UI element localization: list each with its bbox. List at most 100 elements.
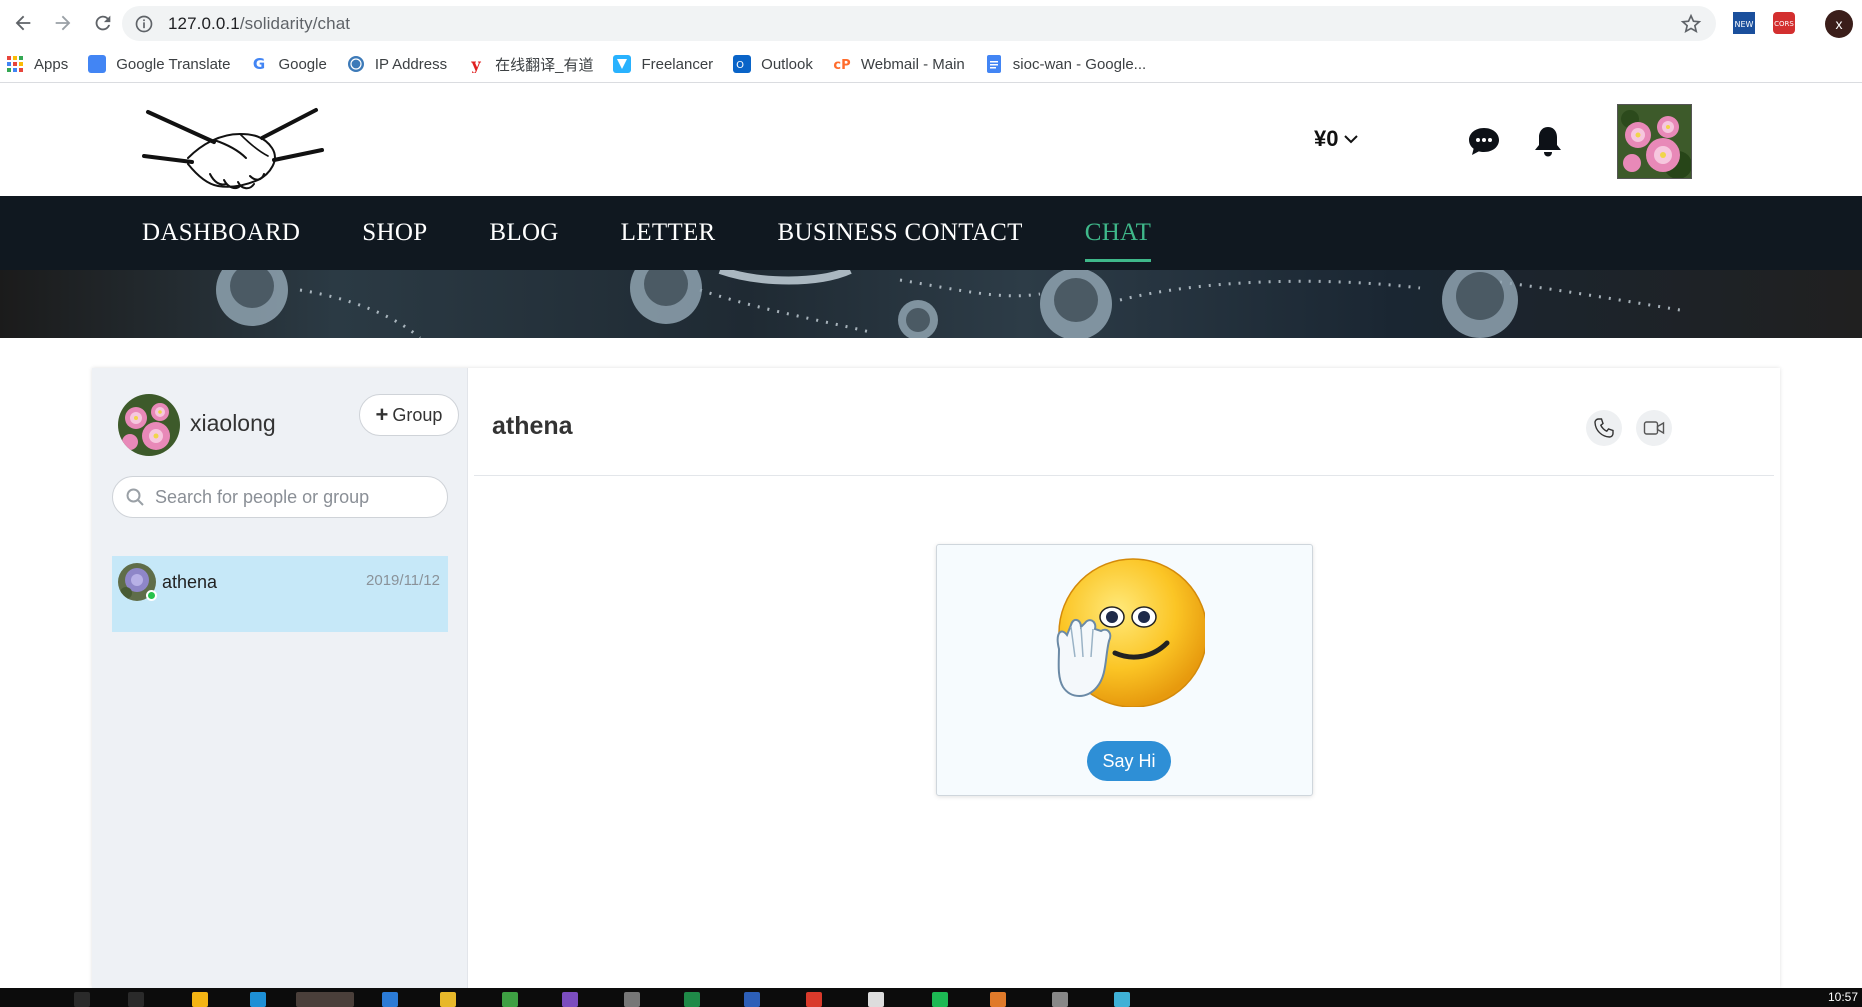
- file-explorer-icon[interactable]: [192, 992, 208, 1007]
- svg-text:G: G: [253, 55, 265, 73]
- back-button[interactable]: [6, 6, 40, 40]
- network-people-graphic: [216, 270, 1681, 338]
- arrow-right-icon: [55, 15, 71, 31]
- app-taskbar-icon[interactable]: [990, 992, 1006, 1007]
- nav-shop[interactable]: SHOP: [362, 196, 427, 270]
- create-group-button[interactable]: + Group: [359, 394, 459, 436]
- search-input[interactable]: [155, 486, 435, 508]
- outlook-icon: O: [733, 55, 752, 73]
- windows-taskbar: 10:57: [0, 988, 1862, 1007]
- forward-button[interactable]: [46, 6, 80, 40]
- app-taskbar-icon[interactable]: [868, 992, 884, 1007]
- say-hi-button[interactable]: Say Hi: [1087, 741, 1171, 781]
- bookmark-label: Freelancer: [641, 55, 714, 73]
- online-status-dot: [146, 590, 157, 601]
- google-translate-icon: [88, 55, 107, 73]
- profile-avatar-button[interactable]: x: [1825, 10, 1853, 38]
- flower-photo-image: [1618, 105, 1691, 178]
- bookmark-label: Apps: [34, 55, 69, 73]
- chat-bubble-icon[interactable]: [1467, 124, 1501, 158]
- arrow-left-icon: [15, 15, 31, 31]
- nav-business-contact[interactable]: BUSINESS CONTACT: [778, 196, 1023, 270]
- flower-photo-image: [118, 394, 180, 456]
- url-host: 127.0.0.1: [168, 13, 240, 33]
- news-extension-icon[interactable]: NEW: [1732, 11, 1756, 35]
- app-taskbar-icon[interactable]: [1052, 992, 1068, 1007]
- url-path: /solidarity/chat: [239, 13, 351, 33]
- store-icon[interactable]: [250, 992, 266, 1007]
- task-view-icon[interactable]: [128, 992, 144, 1007]
- nav-blog[interactable]: BLOG: [489, 196, 558, 270]
- nav-letter[interactable]: LETTER: [621, 196, 716, 270]
- bookmark-google-docs[interactable]: sioc-wan - Google...: [985, 55, 1146, 73]
- cors-extension-icon[interactable]: CORS: [1772, 11, 1796, 35]
- bookmark-google-translate[interactable]: Google Translate: [88, 55, 230, 73]
- excel-taskbar-icon[interactable]: [684, 992, 700, 1007]
- greeting-card: Say Hi: [936, 544, 1313, 796]
- video-call-button[interactable]: [1636, 410, 1672, 446]
- svg-text:cP: cP: [833, 58, 850, 73]
- group-button-label: Group: [392, 404, 443, 425]
- bookmark-label: sioc-wan - Google...: [1012, 55, 1147, 73]
- contact-name: athena: [162, 572, 218, 592]
- contact-last-date: 2019/11/12: [366, 572, 440, 589]
- bookmark-label: Google Translate: [116, 55, 231, 73]
- voice-call-button[interactable]: [1586, 410, 1622, 446]
- word-taskbar-icon[interactable]: [744, 992, 760, 1007]
- reload-icon: [95, 15, 111, 31]
- google-icon: G: [253, 55, 265, 73]
- bookmark-apps[interactable]: Apps: [6, 55, 68, 73]
- video-camera-icon: [1643, 421, 1665, 435]
- network-banner-image: [0, 270, 1862, 338]
- chrome-taskbar-icon[interactable]: [296, 992, 354, 1007]
- search-icon: [126, 488, 144, 506]
- bookmark-star-icon[interactable]: [1680, 13, 1702, 35]
- bookmark-google[interactable]: G Google: [250, 55, 327, 73]
- svg-text:NEW: NEW: [1735, 20, 1754, 29]
- wallet-balance-dropdown[interactable]: ¥0: [1314, 126, 1359, 152]
- user-avatar[interactable]: [1617, 104, 1692, 179]
- browser-toolbar: 127.0.0.1/solidarity/chat NEW CORS x: [0, 0, 1862, 46]
- folder-taskbar-icon[interactable]: [440, 992, 456, 1007]
- bookmark-webmail[interactable]: cP Webmail - Main: [833, 55, 965, 74]
- chat-container: xiaolong + Group athena 2019/11/12: [92, 368, 1780, 988]
- app-taskbar-icon[interactable]: [502, 992, 518, 1007]
- app-taskbar-icon[interactable]: [932, 992, 948, 1007]
- search-taskbar-icon[interactable]: [74, 992, 90, 1007]
- contact-list-item[interactable]: athena 2019/11/12: [112, 556, 448, 632]
- google-docs-icon: [986, 55, 1001, 73]
- waving-smiley-emoji-icon: [1056, 558, 1205, 707]
- site-header: ¥0: [0, 84, 1862, 196]
- nav-chat[interactable]: CHAT: [1084, 196, 1152, 270]
- app-taskbar-icon[interactable]: [1114, 992, 1130, 1007]
- bookmark-label: Google: [278, 55, 327, 73]
- vscode-taskbar-icon[interactable]: [382, 992, 398, 1007]
- my-username: xiaolong: [190, 410, 276, 436]
- bookmark-outlook[interactable]: O Outlook: [733, 55, 813, 73]
- globe-icon: [347, 56, 364, 72]
- app-taskbar-icon[interactable]: [562, 992, 578, 1007]
- balance-value: ¥0: [1314, 126, 1339, 151]
- bell-icon[interactable]: [1531, 124, 1565, 158]
- address-bar[interactable]: 127.0.0.1/solidarity/chat: [122, 6, 1716, 41]
- svg-text:CORS: CORS: [1774, 20, 1794, 28]
- bookmark-label: 在线翻译_有道: [495, 56, 594, 74]
- taskbar-clock[interactable]: 10:57: [1828, 990, 1858, 1004]
- handshake-logo[interactable]: [140, 104, 326, 192]
- nav-dashboard[interactable]: DASHBOARD: [142, 196, 300, 270]
- bookmark-youdao[interactable]: y 在线翻译_有道: [467, 54, 593, 75]
- app-taskbar-icon[interactable]: [806, 992, 822, 1007]
- reload-button[interactable]: [86, 6, 120, 40]
- svg-text:y: y: [470, 55, 481, 73]
- bookmark-freelancer[interactable]: Freelancer: [613, 55, 713, 73]
- svg-text:O: O: [736, 60, 744, 71]
- chevron-down-icon: [1344, 135, 1359, 144]
- freelancer-icon: [613, 55, 632, 73]
- app-taskbar-icon[interactable]: [624, 992, 640, 1007]
- conversation-header: athena: [474, 368, 1774, 476]
- bookmark-ip-address[interactable]: IP Address: [347, 55, 447, 73]
- bookmark-label: IP Address: [374, 55, 448, 73]
- my-avatar[interactable]: [118, 394, 180, 456]
- conversation-panel: athena Say Hi: [468, 368, 1780, 988]
- youdao-icon: y: [470, 55, 481, 73]
